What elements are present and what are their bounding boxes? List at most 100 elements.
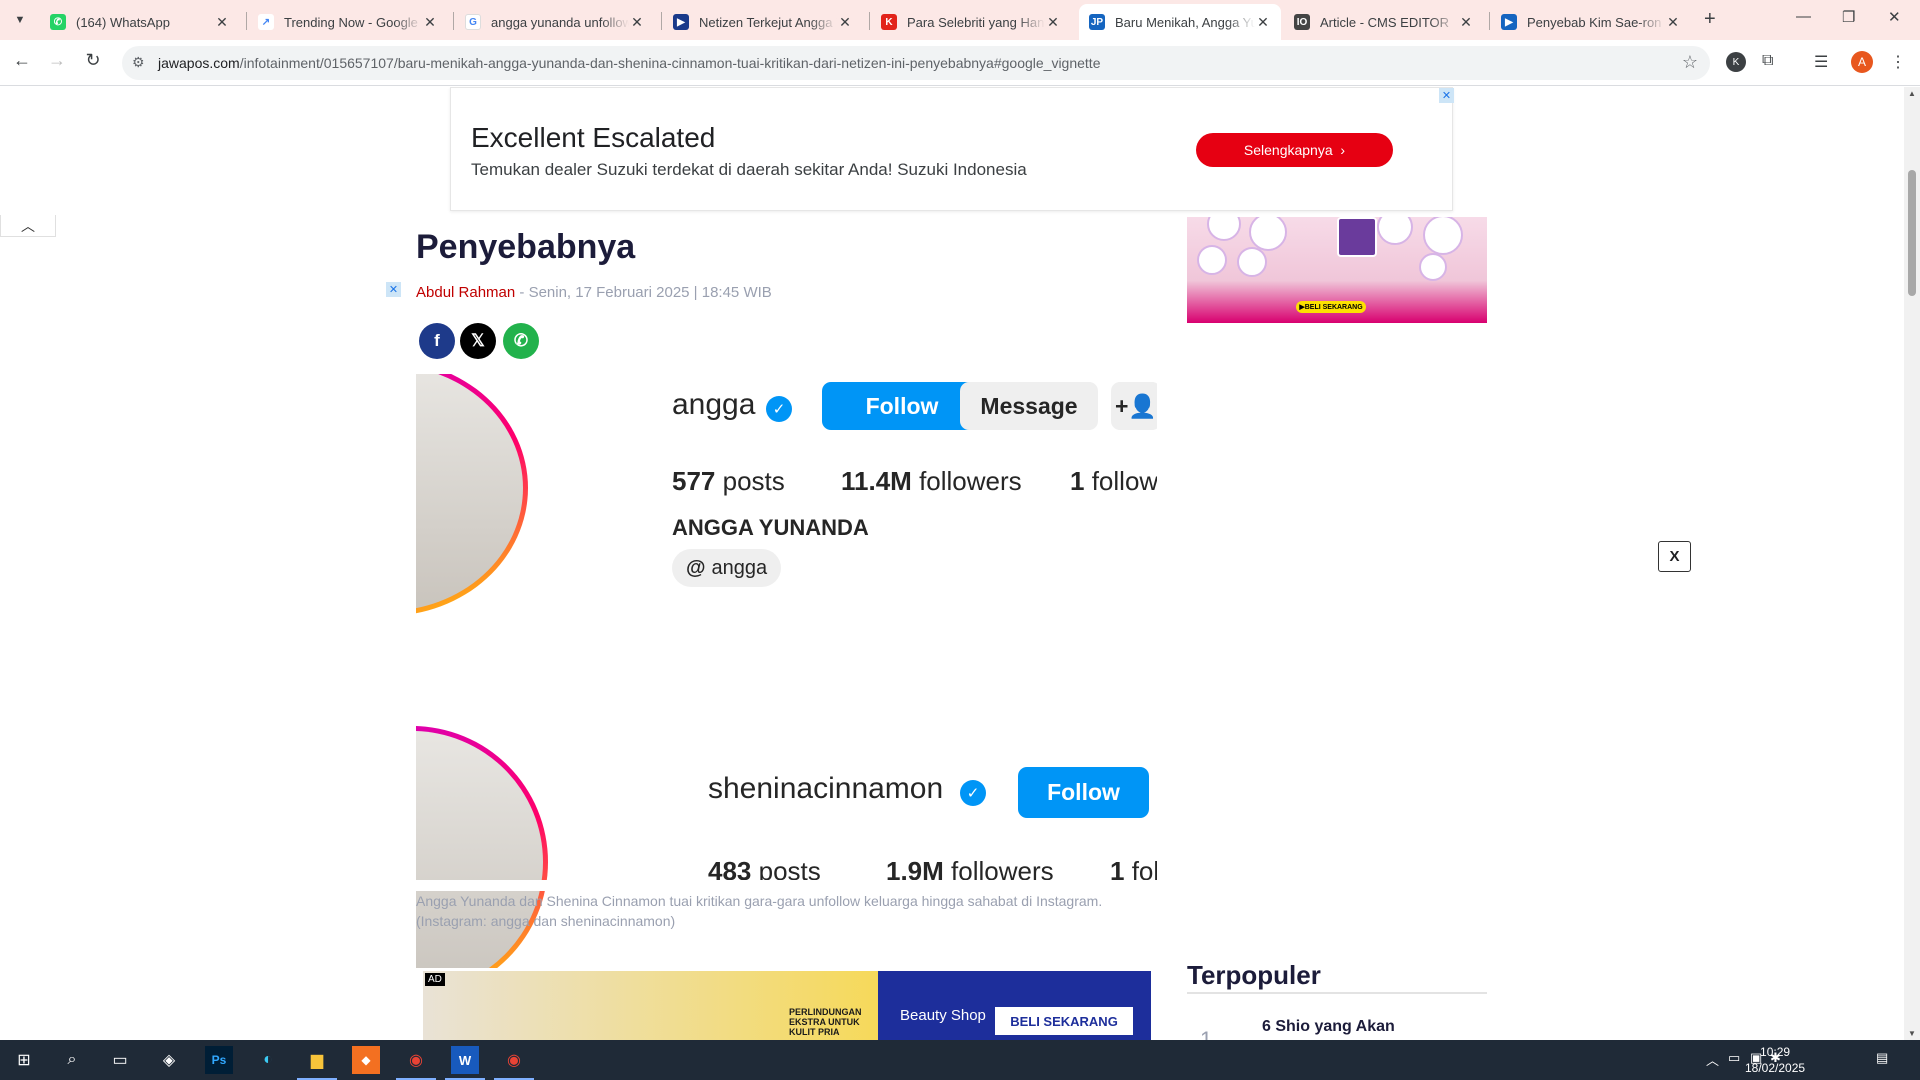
restore-icon[interactable]: ❐	[1842, 8, 1855, 26]
profile-avatar[interactable]: A	[1851, 51, 1873, 73]
notification-icon[interactable]: ▤	[1876, 1050, 1888, 1066]
tab-search-button[interactable]: ▼	[8, 8, 32, 32]
ad-choices-close-icon[interactable]: ✕	[386, 282, 401, 297]
bottom-ad-banner[interactable]: AD PERLINDUNGAN EKSTRA UNTUK KULIT PRIA …	[423, 971, 1151, 1040]
site-icon: ▶	[1501, 14, 1517, 30]
collapse-ad-chevron-icon[interactable]: ︿	[0, 215, 56, 237]
tab-netizen-terkejut[interactable]: ▶ Netizen Terkejut Angga Yunanda ✕	[663, 4, 863, 40]
x-share-icon[interactable]: 𝕏	[460, 323, 496, 359]
ad-description: Temukan dealer Suzuki terdekat di daerah…	[471, 160, 1027, 179]
tab-cms-editor[interactable]: IO Article - CMS EDITOR ✕	[1284, 4, 1484, 40]
trends-icon: ↗	[258, 14, 274, 30]
tab-para-selebriti[interactable]: K Para Selebriti yang Hanya ✕	[871, 4, 1071, 40]
ig-fullname: ANGGA YUNANDA	[672, 515, 869, 540]
popular-item-link[interactable]: 6 Shio yang Akan	[1262, 1018, 1395, 1036]
ad-promo-text: PERLINDUNGAN EKSTRA UNTUK KULIT PRIA	[789, 1007, 862, 1037]
media-control-icon[interactable]: ☰	[1814, 52, 1828, 72]
task-view-icon[interactable]: ▭	[106, 1046, 134, 1074]
tab-title: Trending Now - Google Trends	[284, 14, 422, 30]
tab-jawapos-active[interactable]: JP Baru Menikah, Angga Yunanda ✕	[1079, 4, 1281, 40]
ad-label: AD	[425, 973, 445, 986]
close-tab-icon[interactable]: ✕	[1458, 14, 1474, 31]
extension-k-icon[interactable]: K	[1726, 52, 1746, 72]
scroll-down-icon[interactable]: ▼	[1908, 1029, 1916, 1038]
forward-icon[interactable]: →	[45, 50, 69, 71]
add-user-icon: +👤	[1111, 382, 1157, 430]
close-tab-icon[interactable]: ✕	[837, 14, 853, 31]
ig-threads-badge: @ angga	[672, 549, 782, 587]
edge-icon[interactable]: ◐	[254, 1046, 282, 1074]
whatsapp-icon: ✆	[50, 14, 66, 30]
threads-icon: @	[686, 556, 706, 579]
word-icon[interactable]: W	[445, 1046, 485, 1080]
angga-avatar	[416, 374, 528, 616]
popular-rank: 1	[1200, 1027, 1213, 1040]
scroll-up-icon[interactable]: ▲	[1908, 89, 1916, 98]
new-tab-button[interactable]: +	[1704, 8, 1716, 31]
article-byline: Abdul Rahman - Senin, 17 Februari 2025 |…	[416, 284, 772, 301]
ad-brand: Beauty Shop	[900, 1007, 986, 1024]
photoshop-icon[interactable]: Ps	[205, 1046, 233, 1074]
popular-heading: Terpopuler	[1187, 960, 1321, 990]
tab-title: angga yunanda unfollow	[491, 14, 629, 30]
scroll-thumb[interactable]	[1908, 170, 1916, 296]
tab-title: Article - CMS EDITOR	[1320, 14, 1450, 30]
ig-message-button: Message	[960, 382, 1098, 430]
ig-follow-button: Follow	[822, 382, 982, 430]
ad-cta-button[interactable]: Selengkapnya ›	[1196, 133, 1393, 167]
minimize-icon[interactable]: —	[1796, 8, 1811, 25]
reload-icon[interactable]: ↻	[81, 50, 105, 71]
ig-username: sheninacinnamon	[708, 772, 944, 805]
tab-title: Penyebab Kim Sae-ron Meninggal	[1527, 14, 1665, 30]
sidebar-ad-banner[interactable]: ▶ BELI SEKARANG	[1187, 217, 1487, 323]
file-explorer-icon[interactable]: ▆	[297, 1046, 337, 1080]
ad-headline: Excellent Escalated	[471, 122, 716, 153]
top-ad-banner[interactable]: Excellent Escalated Temukan dealer Suzuk…	[450, 87, 1454, 211]
image-caption: Angga Yunanda dan Shenina Cinnamon tuai …	[416, 893, 1103, 929]
whatsapp-share-icon[interactable]: ✆	[503, 323, 539, 359]
ad-cta-button[interactable]: ▶ BELI SEKARANG	[1296, 301, 1366, 313]
tab-whatsapp[interactable]: ✆ (164) WhatsApp ✕	[40, 4, 240, 40]
close-window-icon[interactable]: ✕	[1888, 8, 1901, 26]
url-text[interactable]: jawapos.com/infotainment/015657107/baru-…	[158, 55, 1100, 71]
app-icon[interactable]: ◆	[352, 1046, 380, 1074]
browser-toolbar: ← → ↻ ⚙ jawapos.com/infotainment/0156571…	[0, 40, 1920, 86]
extensions-puzzle-icon[interactable]: ⧉	[1762, 52, 1773, 70]
copilot-icon[interactable]: ◈	[155, 1046, 183, 1074]
article-title: Penyebabnya	[416, 228, 636, 266]
taskbar-clock[interactable]: 10:29 18/02/2025	[1745, 1044, 1805, 1076]
tab-kim-sae-ron[interactable]: ▶ Penyebab Kim Sae-ron Meninggal ✕	[1491, 4, 1691, 40]
network-icon[interactable]: ▭	[1728, 1050, 1740, 1066]
ad-cta-button[interactable]: BELI SEKARANG	[995, 1007, 1133, 1035]
chrome-profile-icon[interactable]: ◉	[494, 1046, 534, 1080]
tab-title: Para Selebriti yang Hanya	[907, 14, 1045, 30]
address-bar[interactable]: ⚙ jawapos.com/infotainment/015657107/bar…	[122, 46, 1710, 80]
close-tab-icon[interactable]: ✕	[629, 14, 645, 31]
menu-dots-icon[interactable]: ⋮	[1890, 52, 1906, 72]
site-icon: ▶	[673, 14, 689, 30]
close-tab-icon[interactable]: ✕	[214, 14, 230, 31]
ig-username: angga	[672, 388, 756, 421]
close-tab-icon[interactable]: ✕	[1665, 14, 1681, 31]
publish-date: - Senin, 17 Februari 2025 | 18:45 WIB	[519, 284, 772, 301]
close-tab-icon[interactable]: ✕	[422, 14, 438, 31]
back-icon[interactable]: ←	[10, 50, 34, 71]
shenina-avatar	[416, 726, 548, 968]
tab-google-trends[interactable]: ↗ Trending Now - Google Trends ✕	[248, 4, 448, 40]
verified-badge-icon: ✓	[960, 780, 986, 806]
close-ad-button[interactable]: X	[1658, 541, 1691, 572]
close-tab-icon[interactable]: ✕	[1045, 14, 1061, 31]
tab-google-search[interactable]: G angga yunanda unfollow ✕	[455, 4, 655, 40]
site-info-icon[interactable]: ⚙	[132, 54, 145, 71]
bookmark-star-icon[interactable]: ☆	[1682, 52, 1698, 73]
chrome-icon[interactable]: ◉	[396, 1046, 436, 1080]
search-icon[interactable]: ⌕	[58, 1046, 86, 1074]
author-link[interactable]: Abdul Rahman	[416, 284, 515, 301]
tray-chevron-icon[interactable]: ︿	[1706, 1050, 1719, 1069]
facebook-share-icon[interactable]: f	[419, 323, 455, 359]
ad-close-icon[interactable]: ✕	[1439, 88, 1454, 103]
start-windows-icon[interactable]: ⊞	[10, 1046, 38, 1074]
close-tab-icon[interactable]: ✕	[1255, 14, 1271, 31]
tab-title: Baru Menikah, Angga Yunanda	[1115, 14, 1255, 30]
page-scrollbar[interactable]: ▲ ▼	[1904, 87, 1920, 1040]
